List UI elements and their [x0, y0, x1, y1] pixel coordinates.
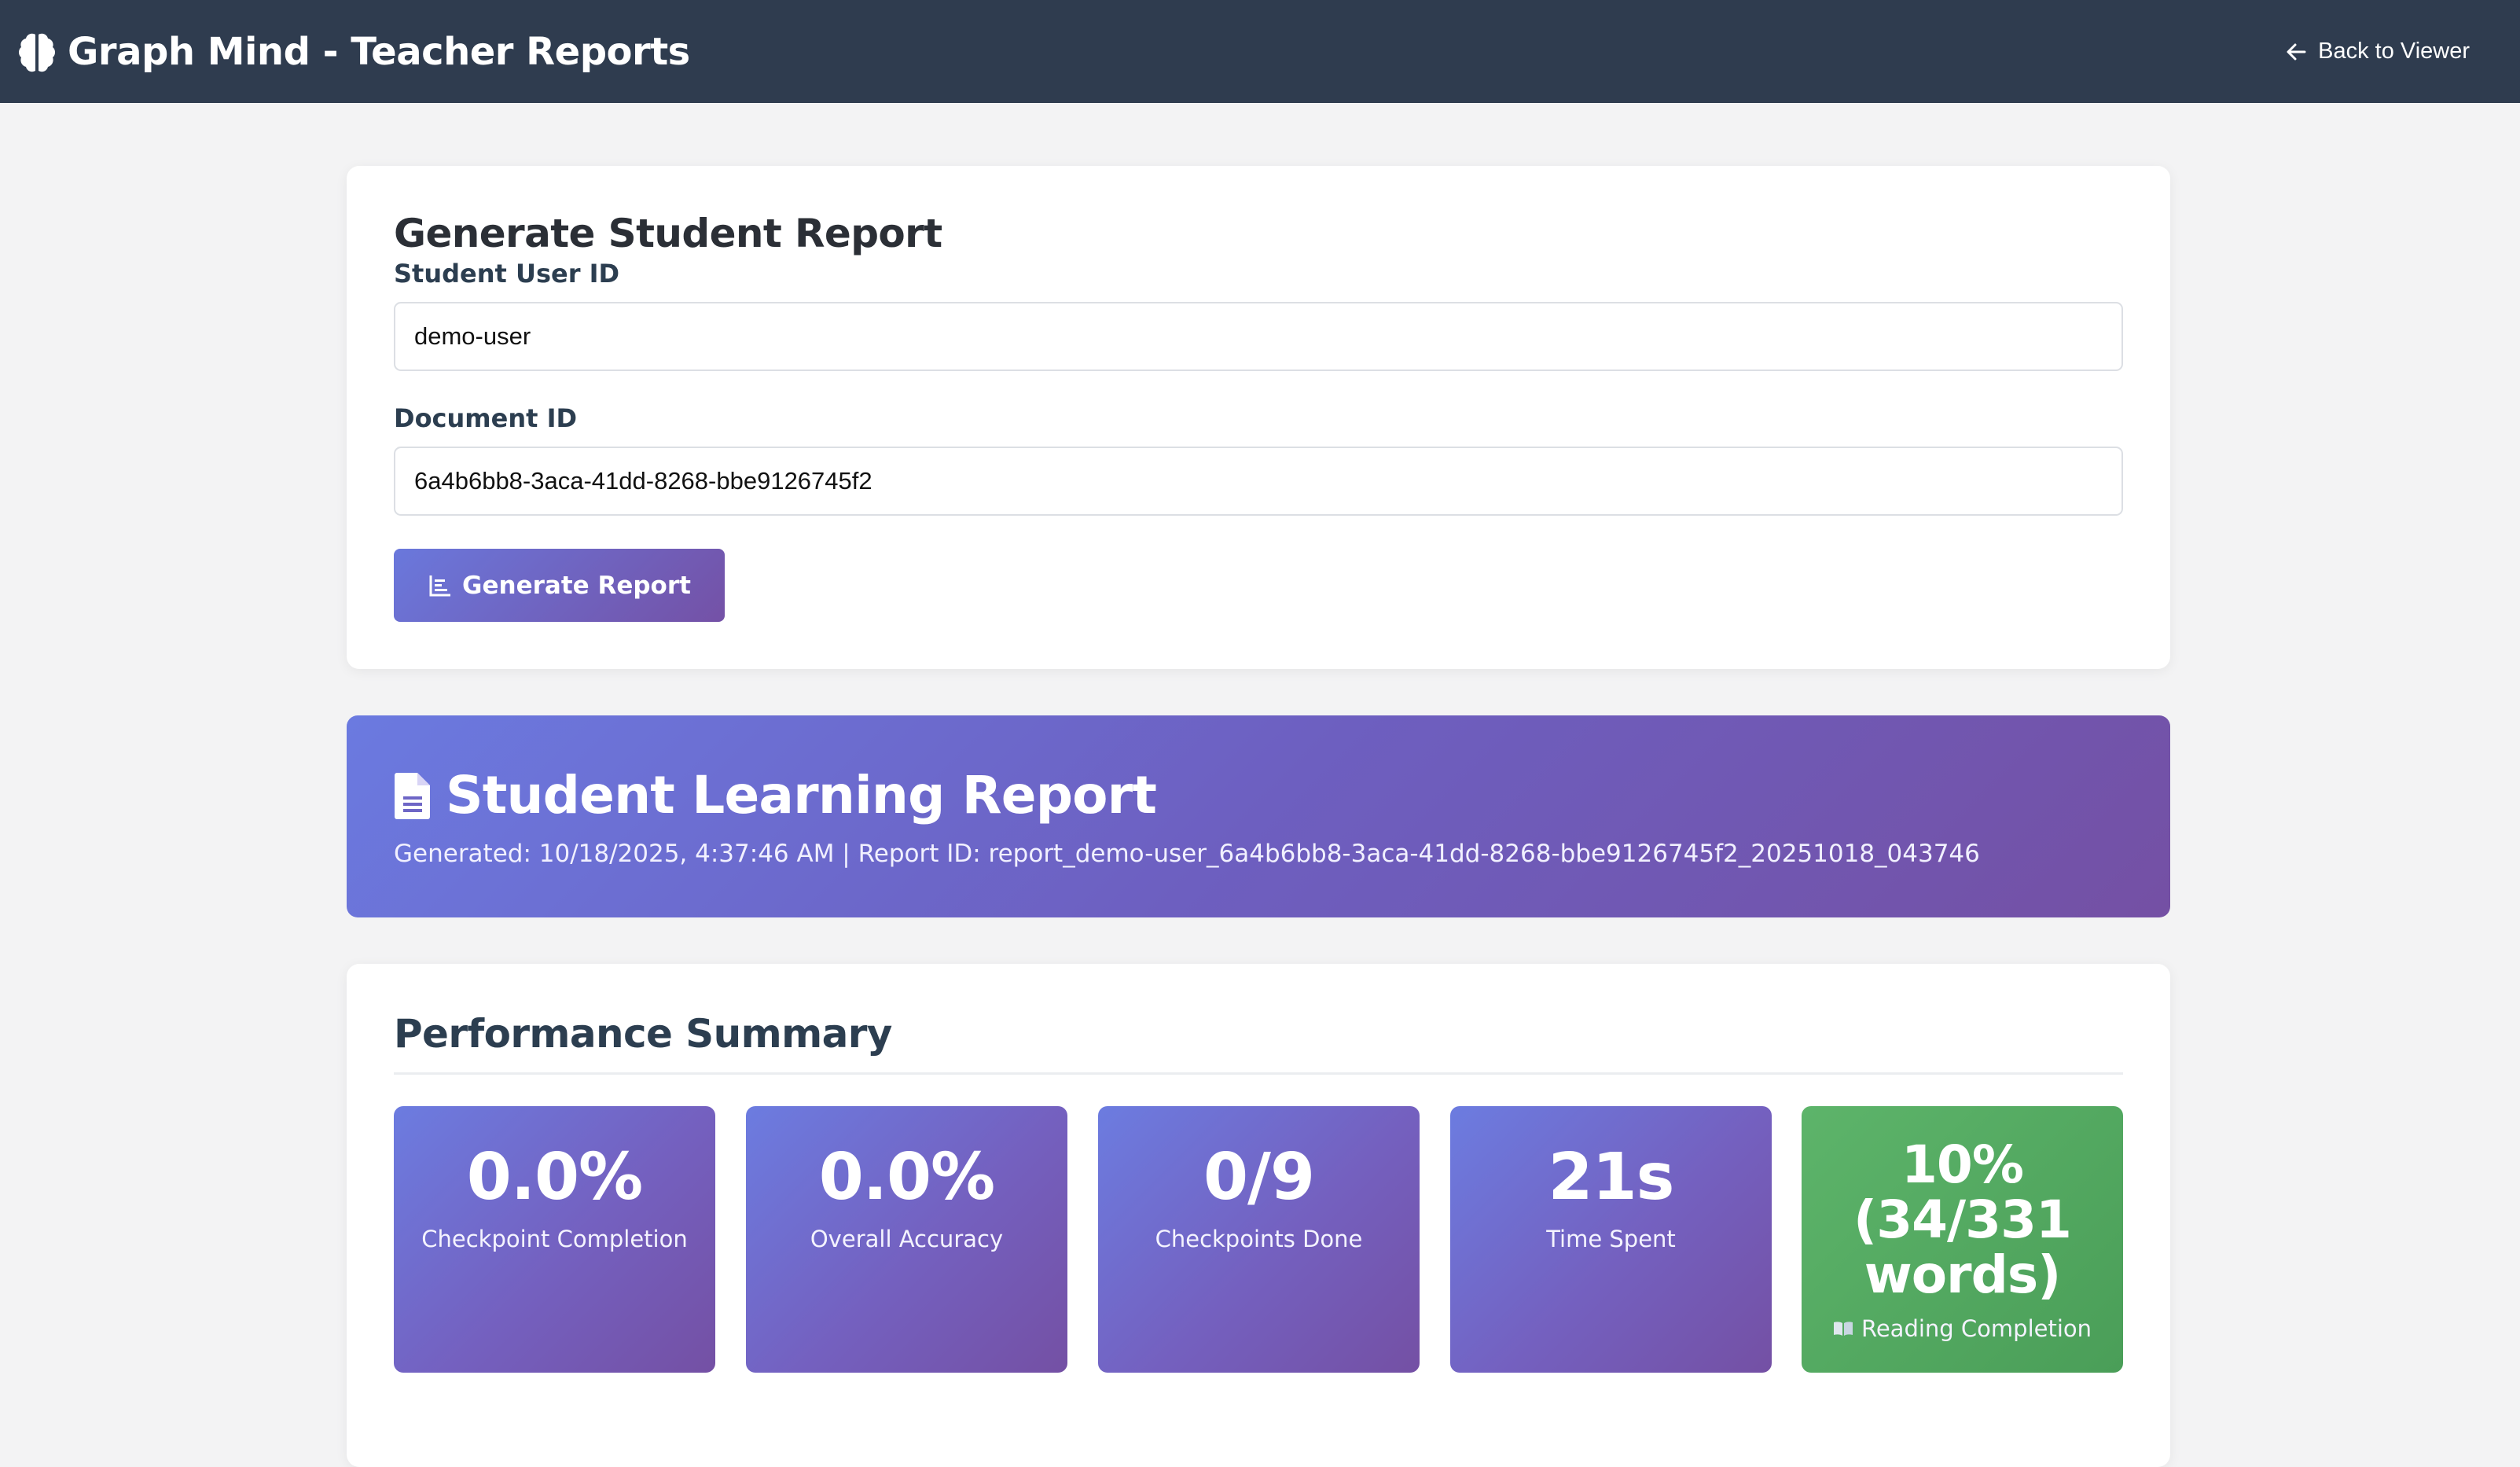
generate-report-label: Generate Report: [462, 571, 691, 600]
brain-icon: [17, 31, 57, 72]
stat-card-checkpoint-completion: 0.0% Checkpoint Completion: [394, 1106, 715, 1373]
generate-report-button[interactable]: Generate Report: [394, 549, 725, 622]
report-title-text: Student Learning Report: [446, 765, 1157, 825]
stat-label: Checkpoints Done: [1155, 1226, 1363, 1252]
app-title: Graph Mind - Teacher Reports: [68, 29, 690, 74]
brand: Graph Mind - Teacher Reports: [17, 30, 690, 74]
stat-value: 0.0%: [818, 1140, 995, 1215]
stat-label: Reading Completion: [1861, 1315, 2092, 1342]
performance-summary-card: Performance Summary 0.0% Checkpoint Comp…: [347, 964, 2170, 1467]
summary-title-text: Performance Summary: [394, 1011, 892, 1057]
document-icon: [394, 771, 432, 820]
stat-card-reading-completion: 10% (34/331 words) Reading Completion: [1802, 1106, 2123, 1373]
document-id-input[interactable]: [394, 447, 2123, 516]
bar-chart-icon: [428, 573, 453, 598]
stat-card-overall-accuracy: 0.0% Overall Accuracy: [746, 1106, 1067, 1373]
student-user-id-label: Student User ID: [394, 259, 620, 289]
arrow-left-icon: [2285, 41, 2307, 63]
stat-label: Checkpoint Completion: [421, 1226, 688, 1252]
stat-value: 21s: [1548, 1140, 1675, 1215]
document-id-label: Document ID: [394, 403, 578, 433]
report-form-card: Generate Student Report Student User ID …: [347, 166, 2170, 669]
summary-title: Performance Summary: [394, 1011, 892, 1057]
stat-value: 0/9: [1203, 1140, 1315, 1215]
book-icon: [1833, 1321, 1853, 1336]
stat-label: Time Spent: [1546, 1226, 1676, 1252]
stat-value: 0.0%: [466, 1140, 643, 1215]
divider: [394, 1072, 2123, 1075]
report-meta: Generated: 10/18/2025, 4:37:46 AM | Repo…: [394, 840, 1980, 868]
stat-card-checkpoints-done: 0/9 Checkpoints Done: [1098, 1106, 1420, 1373]
stat-value: 10% (34/331 words): [1853, 1134, 2072, 1305]
top-bar: Graph Mind - Teacher Reports Back to Vie…: [0, 0, 2520, 103]
stat-card-time-spent: 21s Time Spent: [1450, 1106, 1772, 1373]
report-header-banner: Student Learning Report Generated: 10/18…: [347, 715, 2170, 917]
form-title: Generate Student Report: [394, 211, 942, 256]
back-to-viewer-button[interactable]: Back to Viewer: [2285, 39, 2470, 64]
student-user-id-input[interactable]: [394, 302, 2123, 371]
stat-label: Overall Accuracy: [810, 1226, 1004, 1252]
stat-label-row: Reading Completion: [1802, 1315, 2123, 1342]
back-to-viewer-label: Back to Viewer: [2318, 39, 2470, 64]
report-title: Student Learning Report: [394, 765, 1157, 825]
